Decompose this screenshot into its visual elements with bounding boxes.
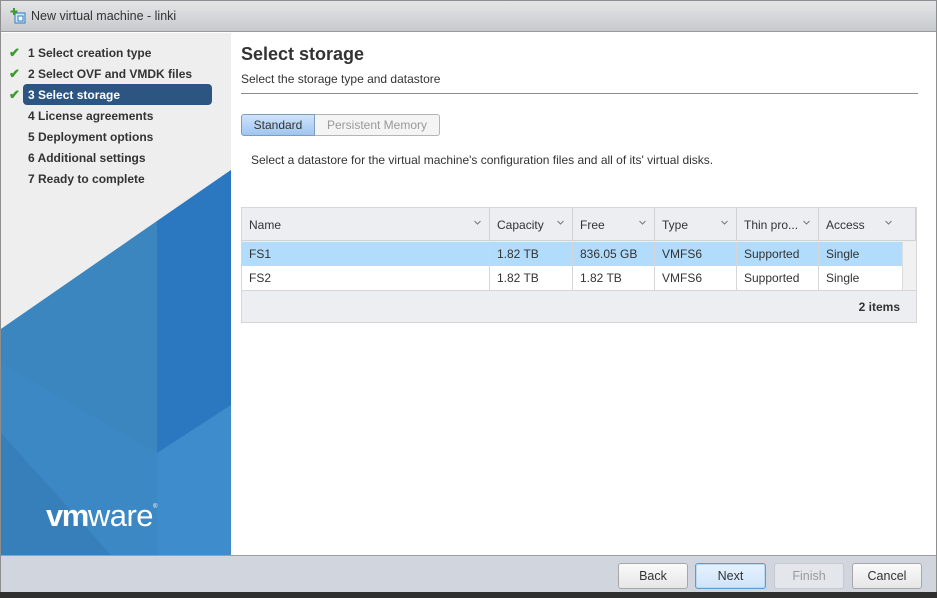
- new-vm-dialog: New virtual machine - linki ✔ 1 Select c…: [0, 0, 937, 598]
- column-header-free[interactable]: Free: [573, 208, 655, 241]
- column-header-capacity[interactable]: Capacity: [490, 208, 573, 241]
- cell-type: VMFS6: [655, 266, 737, 290]
- wizard-step-1[interactable]: ✔ 1 Select creation type: [1, 42, 231, 63]
- wizard-step-4[interactable]: 4 License agreements: [1, 105, 231, 126]
- title-bar[interactable]: New virtual machine - linki: [1, 1, 936, 32]
- chevron-down-icon[interactable]: [557, 219, 564, 226]
- new-vm-icon: [10, 8, 26, 24]
- registered-mark: ®: [153, 504, 157, 510]
- step-label: 6 Additional settings: [28, 150, 146, 165]
- wizard-step-5[interactable]: 5 Deployment options: [1, 126, 231, 147]
- back-button[interactable]: Back: [618, 563, 688, 589]
- wizard-footer: Back Next Finish Cancel: [1, 555, 936, 593]
- step-label: 4 License agreements: [28, 108, 154, 123]
- chevron-down-icon[interactable]: [721, 219, 728, 226]
- cell-access: Single: [826, 271, 860, 285]
- chevron-down-icon[interactable]: [639, 219, 646, 226]
- step-label: 3 Select storage: [28, 87, 121, 102]
- column-label: Capacity: [497, 217, 544, 232]
- cancel-button[interactable]: Cancel: [852, 563, 922, 589]
- cell-free: 1.82 TB: [573, 266, 655, 290]
- background-window-edge: [0, 592, 937, 598]
- step-label: 5 Deployment options: [28, 129, 154, 144]
- logo-bold-text: vm: [46, 498, 89, 533]
- cell-type: VMFS6: [655, 242, 737, 266]
- column-header-name[interactable]: Name: [242, 208, 490, 241]
- column-label: Access: [826, 217, 865, 232]
- wizard-step-3[interactable]: ✔ 3 Select storage: [1, 84, 231, 105]
- chevron-down-icon[interactable]: [885, 219, 892, 226]
- datastore-table: Name Capacity Free Type Thin pro... Acce…: [241, 207, 917, 323]
- check-icon: ✔: [9, 45, 20, 60]
- wizard-step-2[interactable]: ✔ 2 Select OVF and VMDK files: [1, 63, 231, 84]
- standard-tab[interactable]: Standard: [241, 114, 315, 136]
- check-icon: ✔: [9, 66, 20, 81]
- cell-free: 836.05 GB: [573, 242, 655, 266]
- table-row[interactable]: FS2 1.82 TB 1.82 TB VMFS6 Supported Sing…: [242, 266, 902, 290]
- storage-type-toggle: Standard Persistent Memory: [241, 114, 440, 136]
- chevron-down-icon[interactable]: [803, 219, 810, 226]
- column-label: Free: [580, 217, 605, 232]
- next-button[interactable]: Next: [695, 563, 766, 589]
- cell-name: FS2: [242, 266, 490, 290]
- cell-name: FS1: [242, 242, 490, 266]
- table-header: Name Capacity Free Type Thin pro... Acce…: [242, 208, 916, 241]
- wizard-steps: ✔ 1 Select creation type ✔ 2 Select OVF …: [1, 42, 231, 189]
- cell-access: Single: [826, 247, 860, 261]
- page-subtitle: Select the storage type and datastore: [241, 72, 441, 86]
- chevron-down-icon[interactable]: [474, 219, 481, 226]
- column-label: Type: [662, 217, 689, 232]
- datastore-description: Select a datastore for the virtual machi…: [251, 153, 714, 167]
- logo-light-text: ware: [87, 498, 154, 533]
- column-label: Name: [249, 217, 282, 232]
- column-header-thin-provisioning[interactable]: Thin pro...: [737, 208, 819, 241]
- table-body: FS1 1.82 TB 836.05 GB VMFS6 Supported Si…: [242, 242, 902, 290]
- finish-button[interactable]: Finish: [774, 563, 844, 589]
- cell-thin-provisioning: Supported: [737, 242, 819, 266]
- column-header-type[interactable]: Type: [655, 208, 737, 241]
- table-scrollbar[interactable]: [902, 242, 916, 290]
- cell-capacity: 1.82 TB: [490, 242, 573, 266]
- vmware-logo: vmware®: [46, 498, 157, 534]
- header-divider: [241, 93, 918, 94]
- wizard-step-7[interactable]: 7 Ready to complete: [1, 168, 231, 189]
- table-row[interactable]: FS1 1.82 TB 836.05 GB VMFS6 Supported Si…: [242, 242, 902, 266]
- cell-thin-provisioning: Supported: [737, 266, 819, 290]
- cell-capacity: 1.82 TB: [490, 266, 573, 290]
- table-footer: 2 items: [242, 290, 916, 322]
- wizard-step-6[interactable]: 6 Additional settings: [1, 147, 231, 168]
- window-title: New virtual machine - linki: [31, 9, 177, 23]
- persistent-memory-tab[interactable]: Persistent Memory: [315, 114, 440, 136]
- step-label: 1 Select creation type: [28, 45, 152, 60]
- step-label: 2 Select OVF and VMDK files: [28, 66, 193, 81]
- check-icon: ✔: [9, 87, 20, 102]
- column-label: Thin pro...: [744, 217, 799, 232]
- page-title: Select storage: [241, 44, 365, 64]
- wizard-sidebar: ✔ 1 Select creation type ✔ 2 Select OVF …: [1, 33, 231, 555]
- item-count: 2 items: [858, 300, 900, 314]
- column-header-access[interactable]: Access: [819, 208, 916, 241]
- step-label: 7 Ready to complete: [28, 171, 145, 186]
